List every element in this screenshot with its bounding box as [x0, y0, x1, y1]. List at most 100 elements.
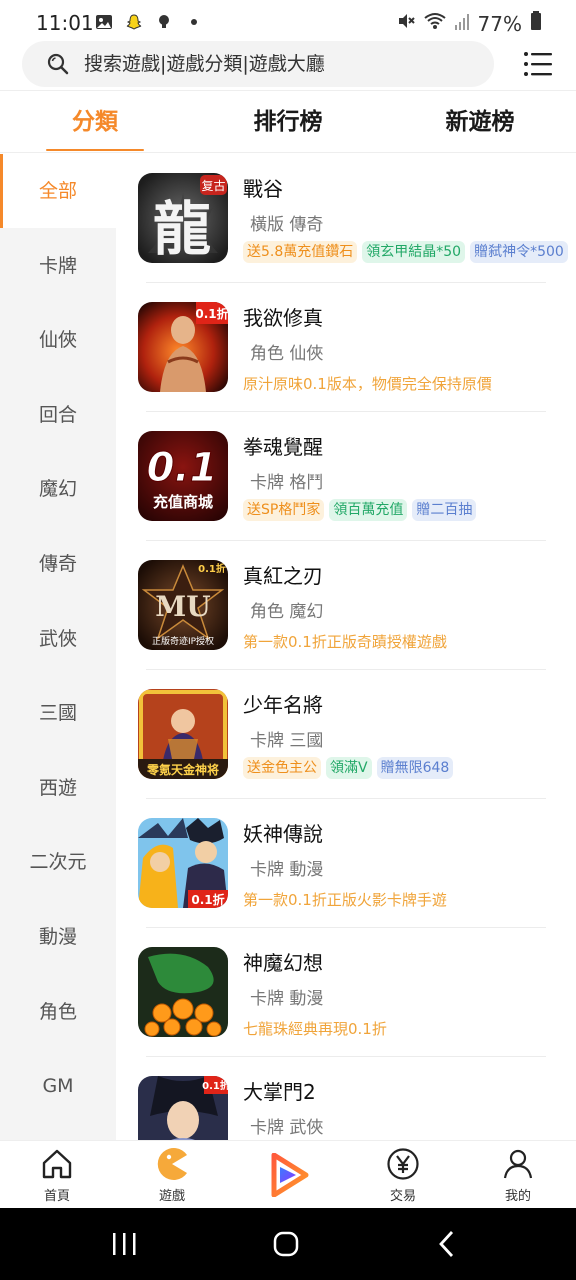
games-icon: [157, 1148, 187, 1180]
icon-sub-text: 零氪天金神将: [146, 762, 219, 777]
tab-new-games[interactable]: 新遊榜: [415, 91, 545, 153]
mute-icon: [396, 11, 416, 36]
status-left-icons: [94, 12, 204, 32]
game-name: 少年名將: [243, 693, 323, 717]
nav-label: 遊戲: [158, 1189, 185, 1204]
system-nav-bar: [0, 1208, 576, 1280]
search-input[interactable]: [84, 41, 484, 87]
sidebar-item-three-kingdoms[interactable]: 三國: [0, 676, 116, 750]
nav-profile[interactable]: 我的: [478, 1141, 558, 1209]
game-name: 大掌門2: [243, 1080, 316, 1104]
menu-button[interactable]: [520, 46, 556, 82]
sidebar-item-label: 西遊: [38, 776, 77, 799]
back-button[interactable]: [428, 1228, 468, 1260]
game-icon: 复古 龍: [138, 173, 228, 263]
game-item[interactable]: 0.1 充值商城 拳魂覺醒 卡牌 格鬥 送SP格鬥家 領百萬充值 贈二百抽: [116, 412, 576, 541]
battery-text: 77%: [477, 11, 522, 36]
sidebar-item-label: 三國: [38, 702, 77, 725]
bottom-nav: 首頁 遊戲 交易 我的: [0, 1140, 576, 1208]
sidebar-item-journey-west[interactable]: 西遊: [0, 751, 116, 825]
genre-sidebar: 全部 卡牌 仙俠 回合 魔幻 傳奇 武俠 三國 西遊 二次元 動漫 角色 GM: [0, 154, 116, 1140]
nav-home[interactable]: 首頁: [17, 1141, 97, 1209]
game-name: 妖神傳說: [243, 822, 323, 846]
game-description: 第一款0.1折正版火影卡牌手遊: [243, 891, 447, 909]
game-tags: 卡牌 動漫: [250, 860, 324, 880]
sidebar-item-label: 武俠: [38, 627, 77, 650]
home-system-button[interactable]: [266, 1228, 306, 1260]
tab-active-underline: [46, 149, 144, 151]
sidebar-item-label: 卡牌: [38, 254, 77, 277]
search-icon: [46, 52, 70, 80]
game-tags: 卡牌 武俠: [250, 1118, 324, 1138]
sidebar-item-fantasy[interactable]: 魔幻: [0, 452, 116, 526]
game-name: 戰谷: [243, 177, 283, 201]
battery-icon: [530, 11, 542, 36]
promo-tag: 贈二百抽: [412, 499, 477, 521]
game-icon: [138, 947, 228, 1037]
sidebar-item-card[interactable]: 卡牌: [0, 229, 116, 303]
game-icon: MU 正版奇迹IP授权 0.1折: [138, 560, 228, 650]
sidebar-item-all[interactable]: 全部: [0, 154, 116, 228]
game-item[interactable]: 复古 龍 戰谷 橫版 傳奇 送5.8萬充值鑽石 領玄甲結晶*50 贈弑神令*50…: [116, 154, 576, 283]
status-right: 77%: [396, 11, 542, 36]
game-icon: 0.1折: [138, 302, 228, 392]
home-icon: [42, 1149, 72, 1179]
recent-apps-icon: [113, 1233, 136, 1255]
profile-icon: [503, 1149, 533, 1179]
icon-glyph-text: MU: [155, 590, 210, 623]
game-description: 原汁原味0.1版本，物價完全保持原價: [243, 375, 492, 393]
icon-sub-text: 充值商城: [153, 493, 213, 511]
game-promos: 送金色主公 領滿V 贈無限648: [243, 757, 454, 779]
game-description: 七龍珠經典再現0.1折: [243, 1020, 387, 1038]
game-item[interactable]: 0.1折 妖神傳說 卡牌 動漫 第一款0.1折正版火影卡牌手遊: [116, 799, 576, 928]
game-item[interactable]: 神魔幻想 卡牌 動漫 七龍珠經典再現0.1折: [116, 928, 576, 1057]
game-icon: 0.1折: [138, 818, 228, 908]
promo-tag: 送金色主公: [243, 757, 321, 779]
recent-apps-button[interactable]: [104, 1228, 144, 1260]
wifi-icon: [423, 11, 446, 36]
game-item[interactable]: 0.1折 我欲修真 角色 仙俠 原汁原味0.1版本，物價完全保持原價: [116, 283, 576, 412]
signal-icon: [454, 12, 470, 36]
game-icon: 0.1 充值商城: [138, 431, 228, 521]
sidebar-item-label: 傳奇: [38, 553, 77, 575]
game-description: 第一款0.1折正版奇蹟授權遊戲: [243, 633, 447, 651]
game-name: 我欲修真: [243, 306, 323, 330]
icon-badge-text: 0.1折: [191, 892, 224, 907]
nav-play[interactable]: [248, 1141, 328, 1209]
promo-tag: 領玄甲結晶*50: [362, 241, 466, 263]
promo-tag: 送SP格鬥家: [243, 499, 325, 521]
tab-ranking[interactable]: 排行榜: [223, 91, 353, 153]
sidebar-item-anime[interactable]: 動漫: [0, 900, 116, 974]
promo-tag: 領滿V: [326, 757, 372, 779]
sidebar-item-role[interactable]: 角色: [0, 975, 116, 1049]
sidebar-item-xianxia[interactable]: 仙俠: [0, 303, 116, 377]
nav-trade[interactable]: 交易: [363, 1141, 443, 1209]
sidebar-item-legend[interactable]: 傳奇: [0, 527, 116, 601]
sidebar-item-anime-2d[interactable]: 二次元: [0, 825, 116, 899]
tab-category[interactable]: 分類: [30, 91, 160, 153]
sidebar-item-label: GM: [42, 1075, 74, 1098]
sidebar-item-gm[interactable]: GM: [0, 1049, 116, 1123]
gallery-icon: [94, 12, 114, 32]
sidebar-item-wuxia[interactable]: 武俠: [0, 602, 116, 676]
nav-games[interactable]: 遊戲: [132, 1141, 212, 1209]
nav-label: 首頁: [43, 1189, 70, 1204]
icon-glyph-text: 龍: [153, 195, 211, 263]
status-bar: 11:01 77%: [0, 0, 576, 44]
game-item[interactable]: 零氪天金神将 少年名將 卡牌 三國 送金色主公 領滿V 贈無限648: [116, 670, 576, 799]
search-bar[interactable]: [22, 41, 494, 87]
game-item[interactable]: 0.1折 大掌門2 卡牌 武俠: [116, 1057, 576, 1140]
category-tabs: 分類 排行榜 新遊榜: [0, 90, 576, 153]
sidebar-item-label: 二次元: [29, 851, 87, 874]
nav-label: 我的: [504, 1189, 531, 1204]
snapchat-icon: [124, 12, 144, 32]
sidebar-item-turn-based[interactable]: 回合: [0, 378, 116, 452]
icon-glyph-text: 0.1: [147, 445, 218, 491]
dot-icon: [184, 12, 204, 32]
game-tags: 角色 魔幻: [250, 602, 324, 622]
sidebar-item-label: 全部: [38, 180, 77, 202]
sidebar-item-label: 魔幻: [38, 478, 77, 501]
game-item[interactable]: MU 正版奇迹IP授权 0.1折 真紅之刃 角色 魔幻 第一款0.1折正版奇蹟授…: [116, 541, 576, 670]
sidebar-active-indicator: [0, 154, 3, 228]
game-icon: 零氪天金神将: [138, 689, 228, 779]
